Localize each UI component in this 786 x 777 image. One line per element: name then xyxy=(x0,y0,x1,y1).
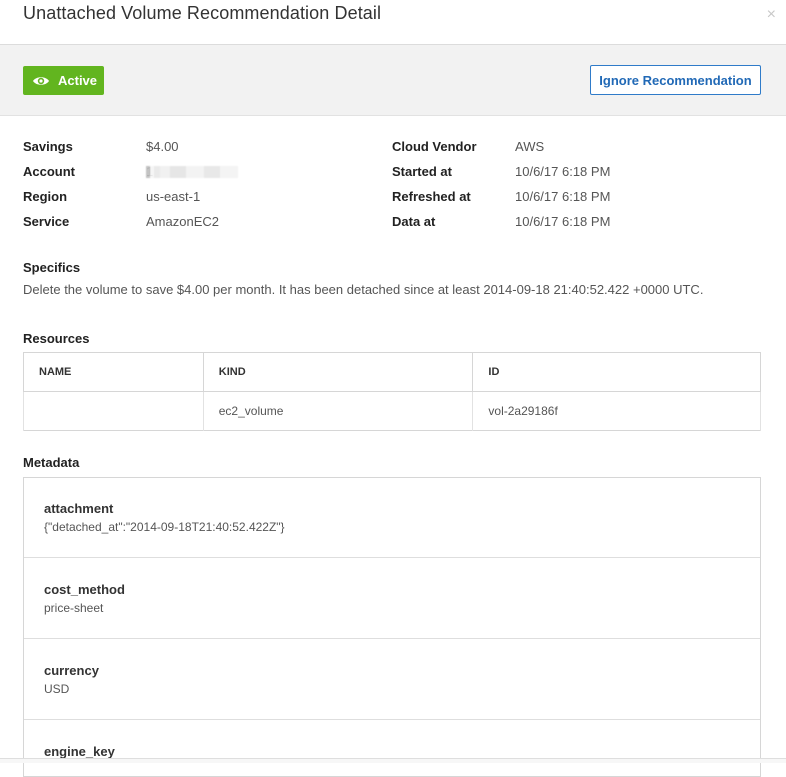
ignore-recommendation-button[interactable]: Ignore Recommendation xyxy=(590,65,761,95)
refreshed-at-label: Refreshed at xyxy=(392,189,471,204)
region-label: Region xyxy=(23,189,68,204)
metadata-key: currency xyxy=(44,663,99,678)
list-item: attachment {"detached_at":"2014-09-18T21… xyxy=(24,478,760,558)
resource-id-cell: vol-2a29186f xyxy=(472,391,761,431)
resources-title: Resources xyxy=(23,331,90,346)
modal-title: Unattached Volume Recommendation Detail xyxy=(23,3,382,23)
cloud-vendor-label: Cloud Vendor xyxy=(392,139,477,154)
table-header-row: NAME KIND ID xyxy=(23,352,761,392)
service-value: AmazonEC2 xyxy=(146,214,219,229)
metadata-key: attachment xyxy=(44,501,114,516)
eye-icon xyxy=(32,75,50,87)
metadata-value: price-sheet xyxy=(44,601,104,615)
status-bar: Active Ignore Recommendation xyxy=(0,45,786,116)
metadata-value: USD xyxy=(44,682,70,696)
resources-table: NAME KIND ID ec2_volume vol-2a29186f xyxy=(23,352,761,431)
data-at-value: 10/6/17 6:18 PM xyxy=(515,214,611,229)
savings-label: Savings xyxy=(23,139,73,154)
refreshed-at-value: 10/6/17 6:18 PM xyxy=(515,189,611,204)
specifics-text: Delete the volume to save $4.00 per mont… xyxy=(23,282,704,297)
list-item: cost_method price-sheet xyxy=(24,559,760,639)
metadata-key: engine_key xyxy=(44,744,115,759)
started-at-label: Started at xyxy=(392,164,452,179)
modal-bottom-edge xyxy=(0,758,786,763)
status-badge-label: Active xyxy=(58,73,98,88)
started-at-value: 10/6/17 6:18 PM xyxy=(515,164,611,179)
cloud-vendor-value: AWS xyxy=(515,139,545,154)
status-badge: Active xyxy=(23,66,104,95)
column-header-id[interactable]: ID xyxy=(472,352,761,392)
metadata-value: {"detached_at":"2014-09-18T21:40:52.422Z… xyxy=(44,520,285,534)
data-at-label: Data at xyxy=(392,214,436,229)
list-item: currency USD xyxy=(24,640,760,720)
metadata-title: Metadata xyxy=(23,455,80,470)
service-label: Service xyxy=(23,214,70,229)
list-item: engine_key xyxy=(24,721,760,776)
close-icon[interactable]: × xyxy=(767,6,776,24)
savings-value: $4.00 xyxy=(146,139,179,154)
metadata-list: attachment {"detached_at":"2014-09-18T21… xyxy=(23,477,761,777)
column-header-name[interactable]: NAME xyxy=(23,352,204,392)
resource-kind-cell: ec2_volume xyxy=(202,391,474,431)
specifics-title: Specifics xyxy=(23,260,81,275)
table-row: ec2_volume vol-2a29186f xyxy=(23,391,761,431)
account-redacted xyxy=(146,166,238,178)
resource-name-cell xyxy=(23,391,204,431)
metadata-key: cost_method xyxy=(44,582,125,597)
column-header-kind[interactable]: KIND xyxy=(202,352,474,392)
modal-header: Unattached Volume Recommendation Detail … xyxy=(0,0,786,45)
account-label: Account xyxy=(23,164,75,179)
region-value: us-east-1 xyxy=(146,189,201,204)
